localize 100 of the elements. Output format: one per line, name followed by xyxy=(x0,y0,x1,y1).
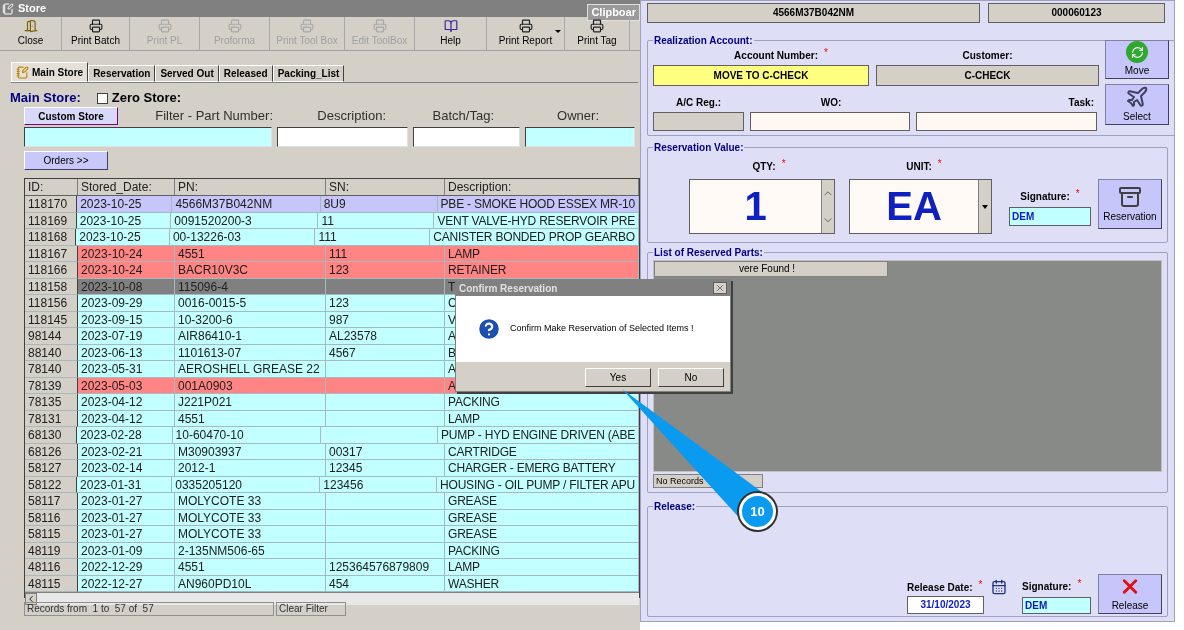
table-row[interactable]: 78135 2023-04-12 J221P021 PACKING xyxy=(25,394,639,411)
table-cell: 2023-01-27 xyxy=(78,526,175,543)
table-cell: 2023-09-29 xyxy=(78,295,175,312)
notepad-icon xyxy=(16,65,29,79)
filter-field[interactable] xyxy=(24,127,272,147)
table-row[interactable]: 58127 2023-02-14 2012-1 12345 CHARGER - EMERG BATTERY xyxy=(25,460,639,477)
toolbar-button[interactable]: Print Batch xyxy=(62,17,130,50)
table-cell: GREASE xyxy=(445,493,639,510)
table-row[interactable]: 118170 2023-10-25 4566M37B042NM 8U9 PBE - SMOKE HOOD ESSEX MR-10 xyxy=(25,196,639,213)
move-button[interactable]: Move xyxy=(1105,40,1169,79)
table-cell: 48116 xyxy=(25,559,78,576)
release-button[interactable]: Release xyxy=(1098,574,1162,614)
tab[interactable]: Released xyxy=(218,65,273,82)
table-cell: AL23578 xyxy=(326,328,445,345)
table-row[interactable]: 58115 2023-01-27 MOLYCOTE 33 GREASE xyxy=(25,526,639,543)
column-header[interactable]: ID: xyxy=(25,179,78,195)
custom-store-button[interactable]: Custom Store xyxy=(24,107,118,125)
table-cell: BACR10V3C xyxy=(175,262,326,279)
filter-field[interactable] xyxy=(413,127,520,147)
ac-reg-field[interactable] xyxy=(653,112,744,131)
task-field[interactable] xyxy=(916,112,1097,131)
toolbar-button[interactable]: Print Report xyxy=(487,17,565,50)
door-icon xyxy=(23,19,38,33)
orders-button[interactable]: Orders >> xyxy=(24,151,108,170)
calendar-icon[interactable] xyxy=(991,579,1007,595)
field-label: A/C Reg.: xyxy=(675,96,722,110)
filter-label: Description: xyxy=(316,106,386,125)
table-cell: 78135 xyxy=(25,394,78,411)
table-row[interactable]: 48116 2022-12-29 4551 125364576879809 LAMP xyxy=(25,559,639,576)
tab[interactable]: Packing_List xyxy=(272,65,345,82)
column-header[interactable]: PN: xyxy=(175,179,326,195)
checkbox-label: Zero Store: xyxy=(111,89,182,108)
column-header[interactable]: Description: xyxy=(445,179,639,195)
table-cell: 58115 xyxy=(25,526,78,543)
filter-field[interactable] xyxy=(277,127,408,147)
tab[interactable]: Reservation xyxy=(88,65,156,82)
required-mark: * xyxy=(781,159,786,169)
select-button[interactable]: Select xyxy=(1105,84,1169,125)
field-label: Signature: xyxy=(1020,190,1070,204)
unit-dropdown[interactable]: EA xyxy=(849,179,992,234)
horizontal-scrollbar[interactable] xyxy=(25,592,639,605)
column-header[interactable]: Stored_Date: xyxy=(78,179,175,195)
close-icon xyxy=(715,283,725,293)
scroll-left-icon[interactable] xyxy=(25,593,37,605)
table-cell: 58127 xyxy=(25,460,78,477)
table-row[interactable]: 118166 2023-10-24 BACR10V3C 123 RETAINER xyxy=(25,262,639,279)
customer-field: C-CHECK xyxy=(876,65,1099,86)
signature-field[interactable]: DEM xyxy=(1022,597,1091,614)
table-cell: 2022-12-29 xyxy=(78,559,175,576)
table-row[interactable]: 118168 2023-10-25 00-13226-03 111 CANISTER BONDED PROP GEARBO xyxy=(25,229,639,246)
release-date-field[interactable]: 31/10/2023 xyxy=(907,596,984,614)
toolbar-button[interactable]: Close xyxy=(0,17,62,50)
table-cell: 2012-1 xyxy=(175,460,326,477)
table-cell: 58117 xyxy=(25,493,78,510)
table-cell: CANISTER BONDED PROP GEARBO xyxy=(430,229,639,246)
clear-filter-button[interactable]: Clear Filter xyxy=(276,602,346,616)
table-cell: 2023-01-27 xyxy=(78,493,175,510)
table-cell: 118166 xyxy=(25,262,78,279)
dialog-button[interactable]: No xyxy=(658,368,724,387)
tab[interactable]: Main Store xyxy=(11,62,89,82)
table-cell: 78140 xyxy=(25,361,78,378)
record-count: Records from 1 to 57 of 57 xyxy=(24,602,274,616)
account-field[interactable]: MOVE TO C-CHECK xyxy=(653,65,869,86)
toolbar-button[interactable]: Print Tag xyxy=(565,17,630,50)
field-label: Account Number: xyxy=(734,49,818,63)
printer-icon xyxy=(372,19,387,33)
table-row[interactable]: 58117 2023-01-27 MOLYCOTE 33 GREASE xyxy=(25,493,639,510)
table-cell: 2023-07-19 xyxy=(78,328,175,345)
table-cell: MOLYCOTE 33 xyxy=(175,526,326,543)
table-cell: 68130 xyxy=(25,427,78,444)
printer-icon xyxy=(300,19,314,33)
required-mark: * xyxy=(1075,189,1080,199)
toolbar-button[interactable]: Help xyxy=(415,17,487,50)
required-mark: * xyxy=(1077,579,1082,589)
table-cell: 2023-04-12 xyxy=(78,394,175,411)
column-header[interactable]: SN: xyxy=(326,179,445,195)
field-label: Signature: xyxy=(1022,580,1072,594)
wo-field[interactable] xyxy=(750,112,910,131)
filter-field[interactable] xyxy=(525,127,635,147)
table-cell: RETAINER xyxy=(445,262,639,279)
close-button[interactable] xyxy=(713,282,727,294)
field-label: Task: xyxy=(1067,96,1095,110)
required-mark: * xyxy=(937,159,942,169)
printer-icon xyxy=(590,19,604,33)
table-cell: 123 xyxy=(326,262,445,279)
signature-field[interactable]: DEM xyxy=(1009,207,1091,226)
table-cell: 2023-10-25 xyxy=(76,229,170,246)
checkbox[interactable] xyxy=(96,92,108,104)
table-cell: PUMP - HYD ENGINE DRIVEN (ABE xyxy=(438,427,639,444)
group-title: Reservation Value: xyxy=(653,141,745,155)
reservation-button[interactable]: Reservation xyxy=(1098,179,1162,229)
tab[interactable]: Served Out xyxy=(155,65,219,82)
table-row[interactable]: 68130 2023-02-28 10-60470-10 PUMP - HYD ENGINE DRIVEN (ABE xyxy=(25,427,639,444)
dialog-button[interactable]: Yes xyxy=(585,368,651,387)
table-cell: 125364576879809 xyxy=(326,559,445,576)
table-cell: CHARGER - EMERG BATTERY xyxy=(445,460,639,477)
table-cell: 00-13226-03 xyxy=(169,229,316,246)
field-label: Customer: xyxy=(961,49,1014,63)
table-cell: AIR86410-1 xyxy=(175,328,326,345)
group-title: Main Store: xyxy=(10,89,81,108)
